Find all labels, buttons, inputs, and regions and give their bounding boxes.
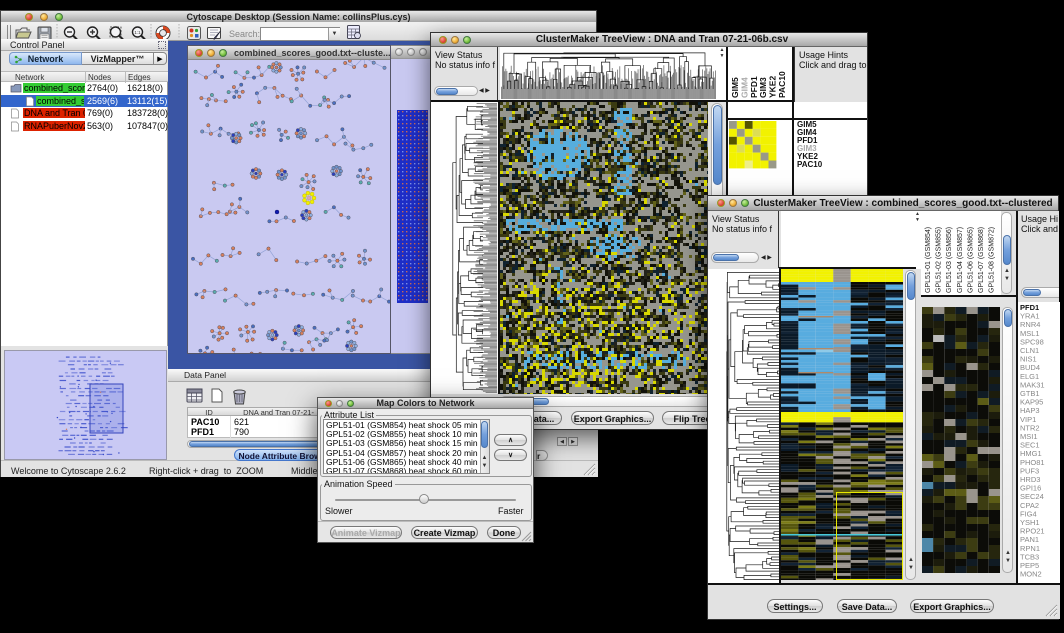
svg-text:GPL51-01 (GSM854): GPL51-01 (GSM854) <box>925 227 932 293</box>
svg-text:PAC10: PAC10 <box>777 71 787 98</box>
svg-text:GPL51-06 (GSM865): GPL51-06 (GSM865) <box>967 227 974 293</box>
svg-text:1:1: 1:1 <box>134 30 141 35</box>
svg-text:GPL51-07 (GSM868): GPL51-07 (GSM868) <box>978 227 985 293</box>
svg-text:GPL51-03 (GSM856): GPL51-03 (GSM856) <box>946 227 953 293</box>
svg-text:MON2: MON2 <box>1020 570 1042 579</box>
svg-text:GPL51-04 (GSM857): GPL51-04 (GSM857) <box>957 227 964 293</box>
svg-text:GPL51-02 (GSM855): GPL51-02 (GSM855) <box>936 227 943 293</box>
svg-text:GPL51-08 (GSM872): GPL51-08 (GSM872) <box>989 227 996 293</box>
